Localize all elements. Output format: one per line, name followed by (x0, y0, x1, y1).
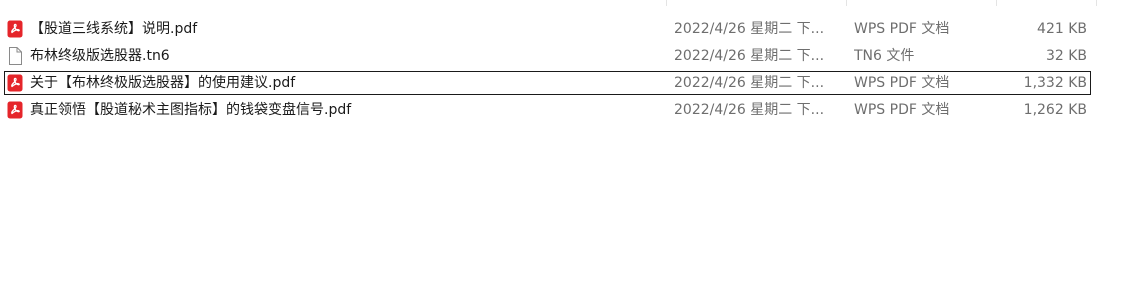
wps-pdf-icon (7, 74, 23, 92)
wps-pdf-icon (7, 20, 23, 38)
blank-file-icon (7, 47, 23, 65)
file-modified-date: 2022/4/26 星期二 下... (674, 102, 825, 118)
column-separator[interactable] (996, 0, 997, 6)
file-type: TN6 文件 (854, 48, 915, 64)
file-name: 布林终级版选股器.tn6 (30, 48, 170, 64)
file-row[interactable]: 布林终级版选股器.tn6 2022/4/26 星期二 下... TN6 文件 3… (4, 44, 1091, 68)
file-modified-date: 2022/4/26 星期二 下... (674, 21, 825, 37)
wps-pdf-icon (7, 101, 23, 119)
file-type: WPS PDF 文档 (854, 21, 950, 37)
file-size: 421 KB (1037, 21, 1087, 37)
file-name: 关于【布林终极版选股器】的使用建议.pdf (30, 75, 296, 91)
file-type: WPS PDF 文档 (854, 75, 950, 91)
file-list: 【股道三线系统】说明.pdf 2022/4/26 星期二 下... WPS PD… (0, 0, 1147, 294)
file-row[interactable]: 【股道三线系统】说明.pdf 2022/4/26 星期二 下... WPS PD… (4, 17, 1091, 41)
file-type: WPS PDF 文档 (854, 102, 950, 118)
column-separator[interactable] (1096, 0, 1097, 6)
file-row[interactable]: 真正领悟【股道秘术主图指标】的钱袋变盘信号.pdf 2022/4/26 星期二 … (4, 98, 1091, 122)
file-size: 1,332 KB (1023, 75, 1087, 91)
column-separator[interactable] (846, 0, 847, 6)
file-name: 【股道三线系统】说明.pdf (30, 21, 198, 37)
file-modified-date: 2022/4/26 星期二 下... (674, 48, 825, 64)
file-size: 32 KB (1045, 48, 1087, 64)
column-separator[interactable] (666, 0, 667, 6)
file-row-selected[interactable]: 关于【布林终极版选股器】的使用建议.pdf 2022/4/26 星期二 下...… (4, 71, 1091, 95)
file-size: 1,262 KB (1023, 102, 1087, 118)
file-modified-date: 2022/4/26 星期二 下... (674, 75, 825, 91)
file-name: 真正领悟【股道秘术主图指标】的钱袋变盘信号.pdf (30, 102, 352, 118)
